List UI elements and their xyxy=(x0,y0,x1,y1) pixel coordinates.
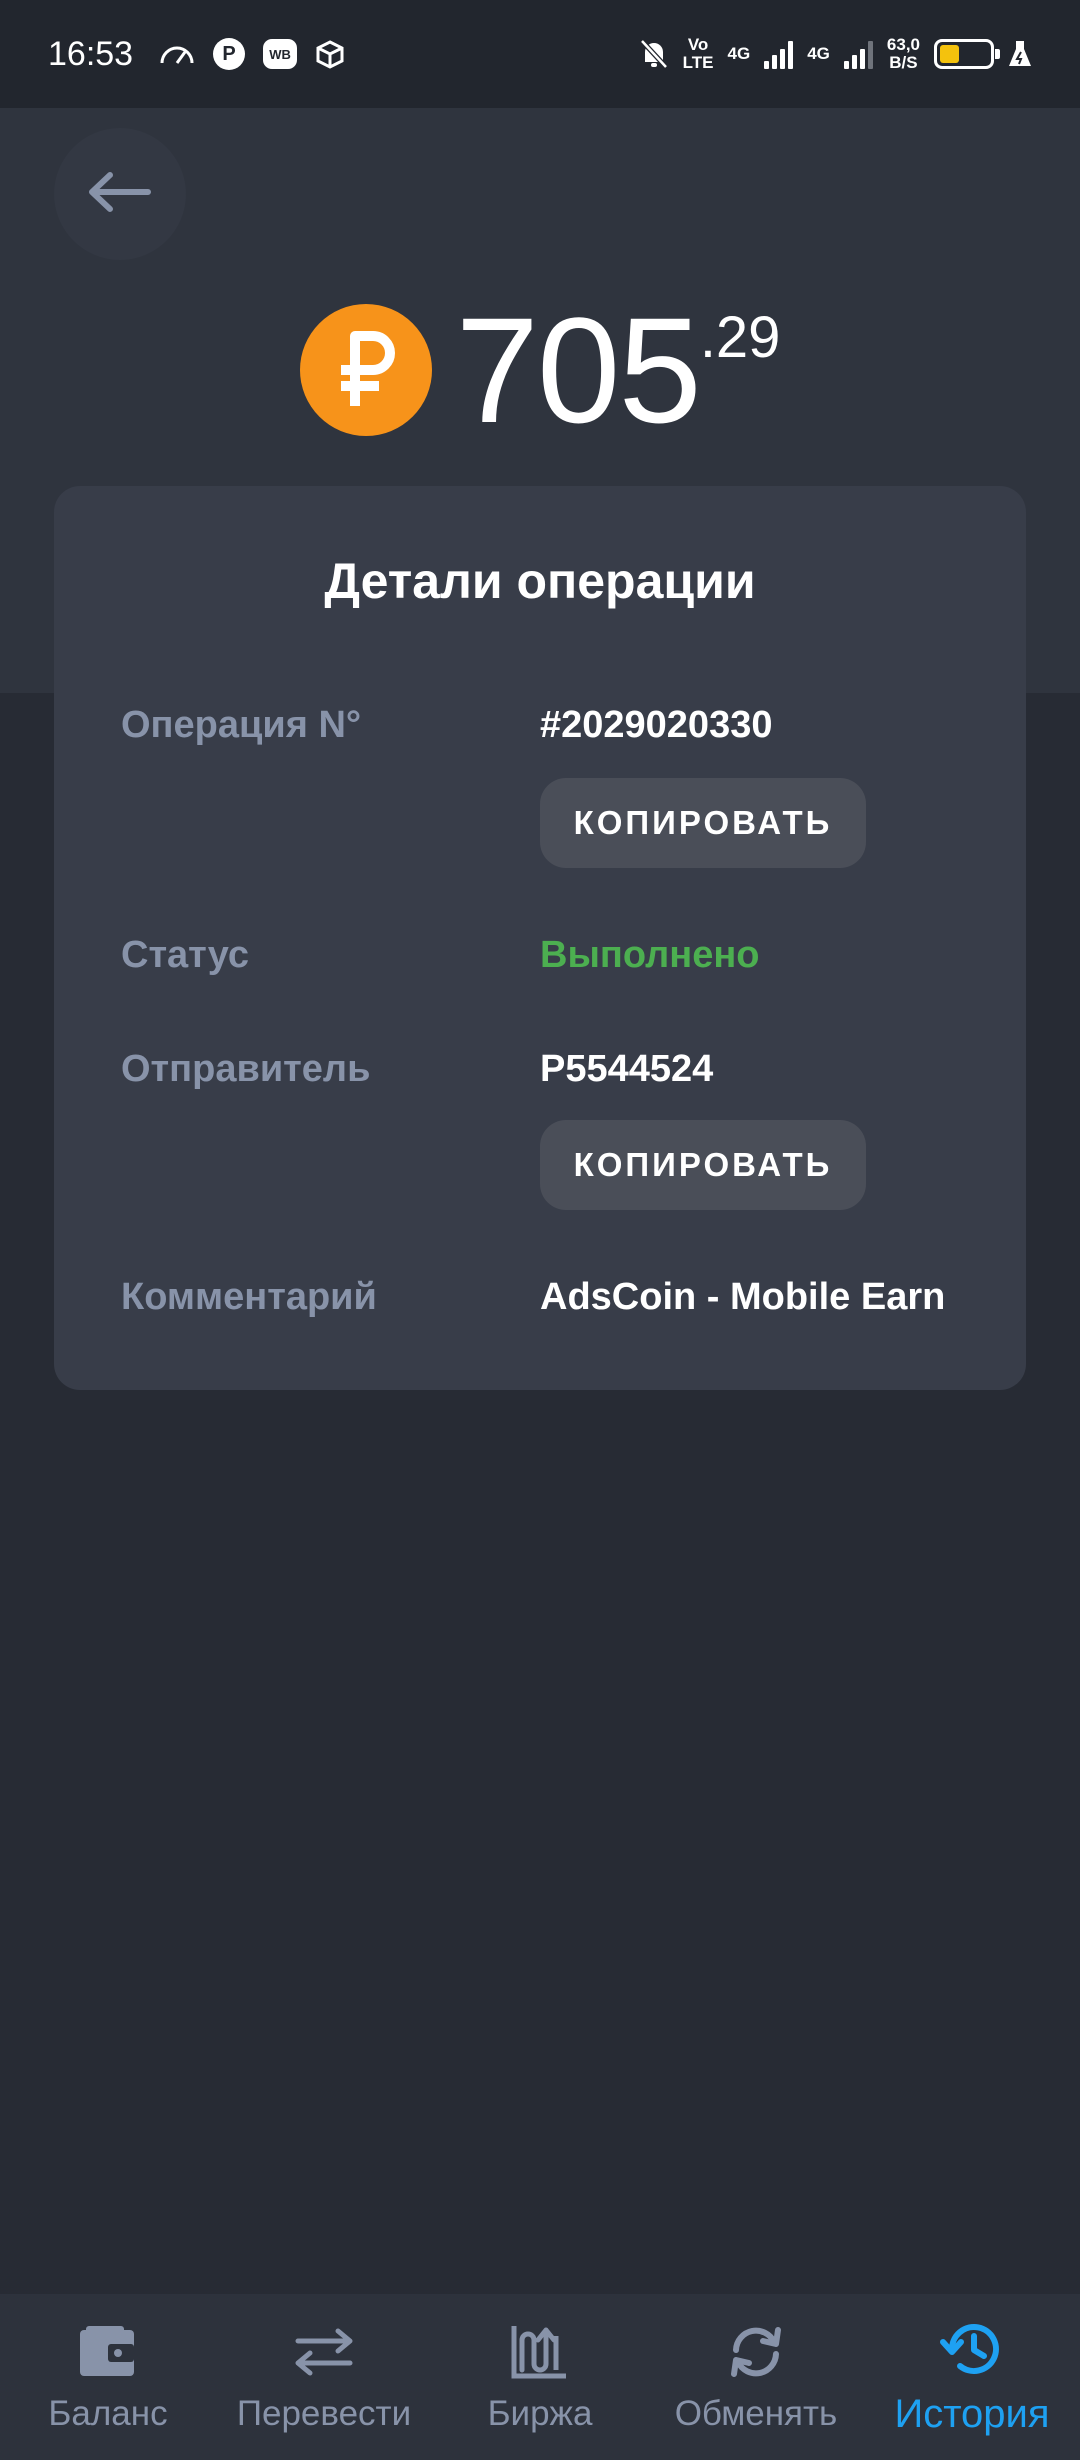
nav-label-balance: Баланс xyxy=(48,2394,168,2433)
status-value: Выполнено xyxy=(540,934,760,976)
nav-label-swap: Обменять xyxy=(674,2394,838,2433)
nav-label-exchange: Биржа xyxy=(487,2394,593,2433)
operation-details-card: Детали операции Операция N° #2029020330 … xyxy=(54,486,1026,1390)
back-button[interactable] xyxy=(54,128,186,260)
speed-value: 63,0 xyxy=(886,35,920,54)
comment-value: AdsCoin - Mobile Earn xyxy=(540,1276,946,1318)
network-type-2: 4G xyxy=(807,44,830,63)
ruble-coin-icon xyxy=(299,304,432,436)
wb-badge-icon: WB xyxy=(263,39,298,69)
status-time: 16:53 xyxy=(48,34,134,73)
p-badge-icon: P xyxy=(213,38,246,70)
speedometer-icon xyxy=(159,41,195,67)
balance-fraction: .29 xyxy=(699,305,781,370)
nav-label-transfer: Перевести xyxy=(236,2394,412,2433)
balance-display: 705 .29 xyxy=(0,290,1080,450)
nav-label-history: История xyxy=(894,2391,1050,2436)
transfer-arrows-icon xyxy=(292,2320,356,2384)
sender-label: Отправитель xyxy=(121,1048,371,1090)
sender-value: P5544524 xyxy=(540,1048,714,1090)
comment-label: Комментарий xyxy=(121,1276,377,1318)
exchange-chart-icon xyxy=(508,2320,572,2384)
copy-operation-number-button[interactable]: КОПИРОВАТЬ xyxy=(540,778,866,868)
signal-icon-2 xyxy=(843,39,873,69)
nav-item-transfer[interactable]: Перевести xyxy=(216,2320,432,2434)
network-type-1: 4G xyxy=(727,44,751,63)
history-icon xyxy=(940,2318,1004,2382)
card-title: Детали операции xyxy=(324,553,756,609)
battery-fill xyxy=(940,45,960,63)
volte-indicator: Vo LTE xyxy=(683,36,714,72)
status-bar: 16:53 P WB Vo LTE 4G 4G 63,0 B/S xyxy=(0,0,1080,108)
copy-sender-button[interactable]: КОПИРОВАТЬ xyxy=(540,1120,866,1210)
volte-top: Vo xyxy=(687,35,709,54)
speed-unit: B/S xyxy=(889,53,918,72)
operation-number-label: Операция N° xyxy=(121,704,362,746)
bottom-navigation: Баланс Перевести Биржа Обменять История xyxy=(0,2294,1080,2460)
volte-bottom: LTE xyxy=(682,53,714,72)
nav-item-history[interactable]: История xyxy=(864,2318,1080,2437)
operation-number-value: #2029020330 xyxy=(540,704,773,746)
status-label: Статус xyxy=(121,934,250,976)
network-speed: 63,0 B/S xyxy=(887,36,920,72)
status-bar-left: 16:53 P WB xyxy=(48,35,345,74)
nav-item-exchange[interactable]: Биржа xyxy=(432,2320,648,2434)
nav-item-swap[interactable]: Обменять xyxy=(648,2320,864,2434)
arrow-left-icon xyxy=(88,171,152,217)
refresh-icon xyxy=(724,2320,788,2384)
signal-icon xyxy=(764,39,794,69)
bell-off-icon xyxy=(639,38,669,70)
flask-icon xyxy=(1008,39,1032,69)
balance-amount: 705 xyxy=(455,286,702,454)
status-bar-right: Vo LTE 4G 4G 63,0 B/S xyxy=(639,36,1032,72)
nav-item-balance[interactable]: Баланс xyxy=(0,2320,216,2434)
box-icon xyxy=(315,39,345,69)
battery-icon xyxy=(934,39,1000,69)
wallet-icon xyxy=(76,2320,140,2384)
